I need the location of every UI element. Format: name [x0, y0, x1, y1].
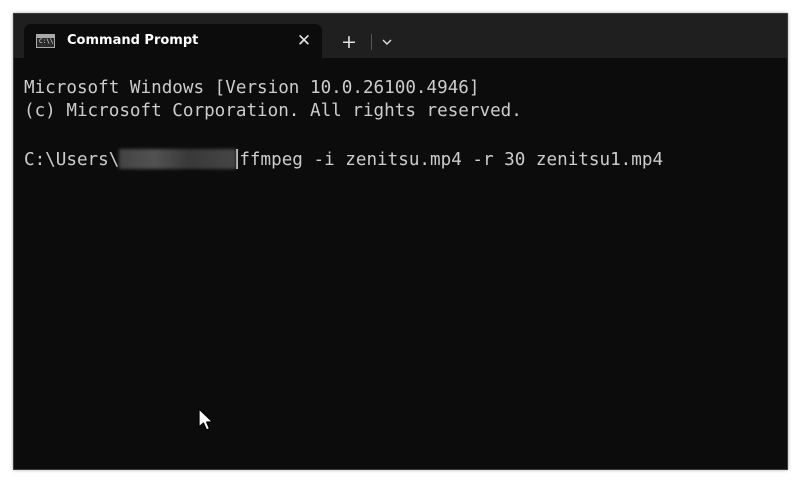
console-prompt-line: C:\Users\ ffmpeg -i zenitsu.mp4 -r 30 zen…: [24, 148, 663, 172]
mouse-pointer-icon: [198, 408, 214, 432]
tab-title: Command Prompt: [67, 33, 199, 48]
close-tab-icon[interactable]: ✕: [294, 31, 314, 51]
new-tab-button[interactable]: +: [338, 31, 360, 53]
tab-command-prompt[interactable]: C:\\ Command Prompt ✕: [24, 24, 322, 58]
console-line-copyright: (c) Microsoft Corporation. All rights re…: [24, 101, 522, 121]
titlebar-divider: [371, 34, 372, 50]
title-bar: C:\\ Command Prompt ✕ +: [14, 14, 787, 58]
terminal-window: C:\\ Command Prompt ✕ + Microsoft Window…: [13, 13, 788, 470]
console-line-version: Microsoft Windows [Version 10.0.26100.49…: [24, 78, 480, 98]
prompt-prefix: C:\Users\: [24, 150, 120, 170]
console-output[interactable]: Microsoft Windows [Version 10.0.26100.49…: [14, 58, 787, 469]
cmd-icon: C:\\: [36, 34, 55, 48]
redacted-username: [119, 149, 237, 169]
chevron-down-icon[interactable]: [377, 32, 397, 52]
command-input[interactable]: ffmpeg -i zenitsu.mp4 -r 30 zenitsu1.mp4: [239, 150, 663, 170]
